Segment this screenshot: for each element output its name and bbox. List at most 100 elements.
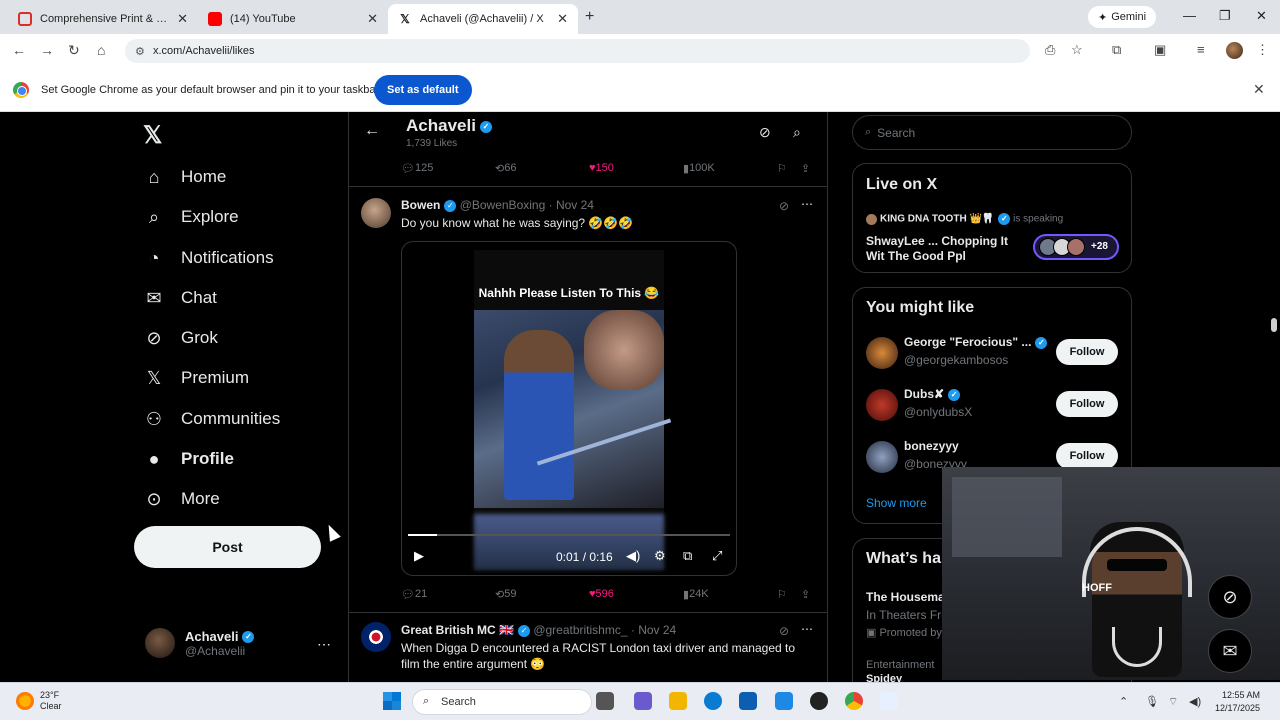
close-tab-icon[interactable]: ✕ <box>557 11 568 27</box>
install-app-icon[interactable]: ⎙ <box>1045 42 1055 58</box>
set-as-default-button[interactable]: Set as default <box>374 75 472 105</box>
home-icon[interactable]: ⌂ <box>97 42 105 58</box>
close-window-icon[interactable]: ✕ <box>1256 8 1267 24</box>
author-handle[interactable]: @BowenBoxing <box>460 198 546 212</box>
media-controls-icon[interactable]: ≡ <box>1197 42 1205 57</box>
like-action[interactable]: ♥ 150 <box>589 162 614 174</box>
bookmark-icon[interactable]: ⚐ <box>777 588 787 601</box>
suggested-user[interactable]: George "Ferocious" ... ✓ @georgekambosos … <box>866 333 1126 373</box>
chrome-profile-avatar[interactable] <box>1226 42 1243 59</box>
settings-gear-icon[interactable]: ⚙ <box>654 548 666 564</box>
nav-profile[interactable]: ● Profile <box>143 439 234 479</box>
nav-grok[interactable]: ⊘ Grok <box>143 318 217 358</box>
reply-action[interactable]: 💬︎ 125 <box>401 162 433 175</box>
task-view-icon[interactable] <box>596 692 614 710</box>
browser-tab-print[interactable]: Comprehensive Print & Marketing ✕ <box>8 4 198 34</box>
store-icon[interactable] <box>739 692 757 710</box>
obs-icon[interactable] <box>810 692 828 710</box>
chrome-taskbar-icon[interactable] <box>845 692 863 710</box>
repost-action[interactable]: ⟲ 59 <box>495 588 516 601</box>
site-info-icon[interactable]: ⚙ <box>135 45 145 58</box>
nav-home[interactable]: ⌂ Home <box>143 157 227 197</box>
system-clock[interactable]: 12:55 AM 12/17/2025 <box>1215 689 1260 715</box>
pip-icon[interactable]: ⧉ <box>683 548 692 564</box>
share-icon[interactable]: ⇪ <box>801 588 810 601</box>
bookmark-star-icon[interactable]: ☆ <box>1071 42 1083 58</box>
more-options-icon[interactable]: ⋯ <box>801 197 813 211</box>
follow-button[interactable]: Follow <box>1056 391 1118 417</box>
edge-icon[interactable] <box>704 692 722 710</box>
fullscreen-icon[interactable]: ⤢ <box>712 548 722 564</box>
file-explorer-icon[interactable] <box>669 692 687 710</box>
nav-notifications[interactable]: ◔ Notifications <box>143 238 274 278</box>
play-icon[interactable]: ▶ <box>414 548 424 564</box>
nav-more[interactable]: ⊙ More <box>143 479 219 519</box>
follow-button[interactable]: Follow <box>1056 443 1118 469</box>
author-name[interactable]: Great British MC 🇬🇧 <box>401 623 514 637</box>
close-banner-icon[interactable]: ✕ <box>1253 81 1265 98</box>
outlook-icon[interactable] <box>775 692 793 710</box>
nav-chat[interactable]: ✉ Chat <box>143 278 216 318</box>
tray-overflow-icon[interactable]: ⌃ <box>1119 695 1128 708</box>
like-action[interactable]: ♥ 596 <box>589 588 614 600</box>
author-handle[interactable]: @greatbritishmc_ <box>533 623 627 637</box>
tweet-date[interactable]: · Nov 24 <box>549 198 594 212</box>
volume-icon[interactable]: ◀) <box>626 548 640 564</box>
browser-tab-x[interactable]: 𝕏 Achaveli (@Achavelii) / X ✕ <box>388 4 578 34</box>
suggested-user[interactable]: Dubs✘ ✓ @onlydubsX Follow <box>866 385 1126 425</box>
close-tab-icon[interactable]: ✕ <box>367 11 378 27</box>
gemini-button[interactable]: ✦ Gemini <box>1088 6 1157 28</box>
avatar[interactable] <box>361 198 391 228</box>
browser-tab-youtube[interactable]: (14) YouTube ✕ <box>198 4 388 34</box>
reload-icon[interactable]: ↻ <box>68 42 80 59</box>
mic-icon[interactable]: 🎙︎ <box>1145 695 1159 708</box>
tweet-date[interactable]: · Nov 24 <box>631 623 676 637</box>
search-icon[interactable]: ⌕ <box>793 124 801 141</box>
close-tab-icon[interactable]: ✕ <box>177 11 188 27</box>
sidepanel-icon[interactable]: ▣ <box>1154 42 1166 58</box>
reply-action[interactable]: 💬︎ 21 <box>401 588 427 601</box>
app-icon[interactable] <box>880 692 898 710</box>
maximize-icon[interactable]: ❐ <box>1219 8 1231 24</box>
search-input[interactable]: ⌕ Search <box>852 115 1132 150</box>
share-icon[interactable]: ⇪ <box>801 162 810 175</box>
space-listeners-button[interactable]: +28 <box>1033 234 1119 260</box>
grok-icon[interactable]: ⊘ <box>779 199 789 213</box>
grok-icon[interactable]: ⊘ <box>779 624 789 638</box>
back-icon[interactable]: ← <box>12 42 26 58</box>
author-name[interactable]: Bowen <box>401 198 440 212</box>
windows-start-icon[interactable] <box>383 692 401 710</box>
address-bar[interactable]: ⚙ x.com/Achavelii/likes <box>125 39 1030 63</box>
weather-widget[interactable]: 23°F Clear <box>16 690 62 712</box>
new-tab-icon[interactable]: + <box>585 8 594 26</box>
video-progress-bar[interactable] <box>408 534 730 536</box>
grok-icon[interactable]: ⊘ <box>759 124 771 141</box>
copilot-icon[interactable] <box>634 692 652 710</box>
more-options-icon[interactable]: ⋯ <box>801 622 813 636</box>
scrollbar-thumb[interactable] <box>1271 318 1277 332</box>
avatar[interactable] <box>361 622 391 652</box>
forward-icon[interactable]: → <box>40 42 54 58</box>
bookmark-icon[interactable]: ⚐ <box>777 162 787 175</box>
views-action[interactable]: ▮ 24K <box>683 588 709 601</box>
grok-floating-icon[interactable]: ⊘ <box>1208 575 1252 619</box>
extensions-icon[interactable]: ⧉ <box>1112 42 1121 58</box>
account-switcher[interactable]: Achaveli ✓ @Achavelii ⋯ <box>145 628 331 658</box>
nav-communities[interactable]: ⚇ Communities <box>143 399 280 439</box>
space-title[interactable]: ShwayLee ... Chopping It Wit The Good Pp… <box>866 234 1016 264</box>
minimize-icon[interactable]: — <box>1183 8 1196 23</box>
nav-explore[interactable]: ⌕ Explore <box>143 197 239 237</box>
volume-icon[interactable]: ◀) <box>1189 695 1201 708</box>
wifi-icon[interactable]: ⌔ <box>1168 695 1178 709</box>
views-action[interactable]: ▮ 100K <box>683 162 715 175</box>
back-arrow-icon[interactable]: ← <box>364 122 380 140</box>
post-button[interactable]: Post <box>134 526 321 568</box>
video-player[interactable]: Nahhh Please Listen To This 😂 ▶ 0:01 / 0… <box>401 241 737 576</box>
x-logo-icon[interactable]: 𝕏 <box>143 121 162 150</box>
repost-action[interactable]: ⟲ 66 <box>495 162 516 175</box>
nav-premium[interactable]: 𝕏 Premium <box>143 358 249 398</box>
show-more-link[interactable]: Show more <box>866 496 927 510</box>
space-host[interactable]: KING DNA TOOTH 👑🦷 ✓ is speaking <box>866 213 1063 225</box>
follow-button[interactable]: Follow <box>1056 339 1118 365</box>
taskbar-search[interactable]: ⌕ Search <box>412 689 592 715</box>
